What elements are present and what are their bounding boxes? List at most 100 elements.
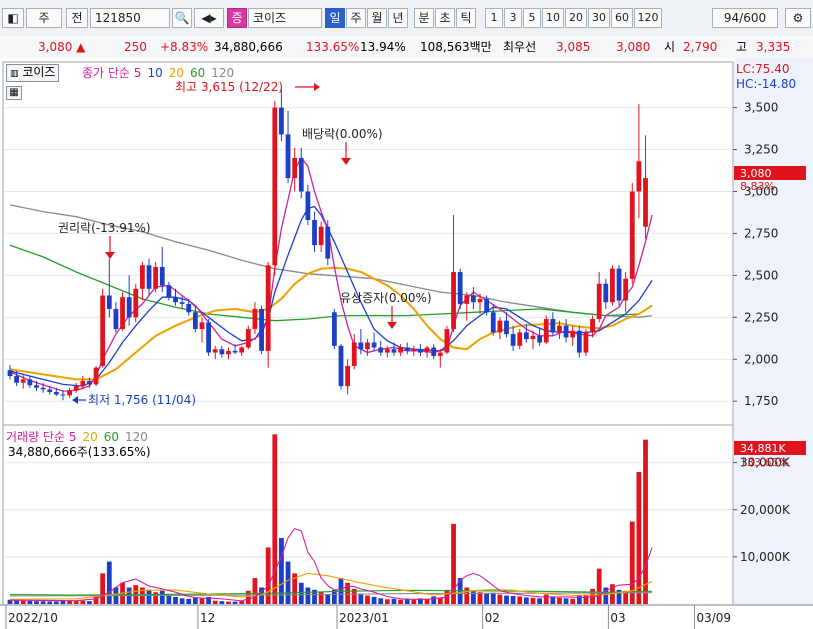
candle-body-17	[120, 297, 125, 330]
volume-bar-59	[398, 599, 403, 604]
candle-body-23	[159, 266, 165, 286]
candle-40	[272, 100, 278, 276]
candle-38	[259, 305, 264, 355]
volume-bar-28	[192, 597, 198, 604]
volume-bar-74	[497, 594, 503, 604]
volume-bar-82	[550, 596, 556, 604]
toolbar-button-13[interactable]: 초	[435, 8, 455, 28]
capital-increase-label: 유상증자(0.00%)	[340, 291, 432, 305]
toolbar-button-16[interactable]: 3	[504, 8, 522, 28]
x-label-4: 03	[610, 611, 625, 625]
candlestick-chart[interactable]: 3,5003,2503,0002,7502,5002,2502,0001,750…	[0, 58, 813, 629]
candle-body-28	[192, 312, 198, 330]
quote-field-6: 108,563백만	[420, 40, 492, 54]
candle-body-32	[219, 349, 225, 355]
toolbar-button-3[interactable]: 121850	[90, 8, 170, 28]
volume-bar-48	[325, 594, 331, 604]
candle-body-10	[73, 386, 79, 391]
toolbar-button-1[interactable]: 주	[26, 8, 62, 28]
toolbar-button-17[interactable]: 5	[523, 8, 541, 28]
toolbar-button-20[interactable]: 30	[588, 8, 610, 28]
volume-bar-72	[484, 593, 490, 604]
volume-bar-60	[404, 599, 410, 604]
volume-bar-96	[643, 439, 648, 604]
toolbar-button-14[interactable]: 틱	[456, 8, 476, 28]
toolbar-button-10[interactable]: 월	[367, 8, 387, 28]
candle-body-26	[179, 302, 185, 304]
toolbar-button-18[interactable]: 10	[542, 8, 564, 28]
toolbar-button-23[interactable]: 94/600	[712, 8, 778, 28]
x-label-1: 12	[200, 611, 215, 625]
candle-body-95	[636, 161, 642, 192]
candle-body-49	[331, 312, 337, 346]
price-tick-label-6: 2,000	[744, 352, 778, 366]
toolbar-button-4[interactable]: 🔍	[172, 8, 192, 28]
candle-94	[629, 183, 635, 284]
volume-bar-61	[411, 599, 417, 604]
candle-body-89	[596, 283, 602, 319]
candle-body-31	[212, 349, 218, 353]
volume-bar-41	[279, 538, 284, 604]
toolbar-button-24[interactable]: ⚙	[785, 8, 811, 28]
candle-body-57	[384, 349, 390, 353]
toolbar-button-5[interactable]: ◀▸	[194, 8, 224, 28]
toolbar-button-12[interactable]: 분	[414, 8, 434, 28]
symbol-chip[interactable]: ▥ 코이즈	[6, 64, 60, 82]
candle-body-72	[484, 298, 490, 313]
candle-body-92	[616, 268, 622, 301]
volume-bar-9	[67, 600, 72, 604]
toolbar-button-6[interactable]: 증	[227, 8, 247, 28]
toolbar-button-11[interactable]: 년	[388, 8, 408, 28]
candle-body-47	[318, 226, 324, 246]
candle-50	[338, 344, 344, 390]
candle-body-6	[47, 389, 53, 392]
candle-body-15	[106, 295, 112, 309]
volume-bar-29	[199, 598, 205, 604]
quote-field-4: 133.65%	[306, 40, 360, 54]
volume-legend-item-3: 120	[125, 430, 148, 444]
candle-body-77	[517, 332, 523, 346]
quote-field-1: 250	[124, 40, 147, 54]
toolbar-button-9[interactable]: 주	[346, 8, 366, 28]
candle-body-88	[590, 318, 595, 333]
lc-label: LC:75.40	[736, 62, 789, 76]
quote-field-9: 3,080	[616, 40, 651, 54]
volume-bar-23	[159, 590, 165, 604]
candle-body-58	[391, 349, 397, 353]
candle-body-90	[603, 283, 609, 303]
volume-bar-56	[378, 598, 384, 604]
volume-bar-44	[298, 582, 304, 604]
volume-bar-26	[179, 598, 185, 604]
toolbar-button-15[interactable]: 1	[485, 8, 503, 28]
candle-91	[610, 265, 615, 306]
toolbar-button-8[interactable]: 일	[325, 8, 345, 28]
toolbar-button-7[interactable]: 코이즈	[248, 8, 322, 28]
candle-body-55	[371, 342, 377, 348]
candle-body-75	[504, 320, 509, 335]
volume-bar-69	[464, 587, 470, 604]
table-icon[interactable]: ▦	[6, 86, 22, 100]
toolbar-button-2[interactable]: 전	[66, 8, 88, 28]
quote-field-12: 고	[736, 40, 748, 54]
price-legend: 종가 단순 5 10 20 60 120	[82, 64, 240, 81]
toolbar-button-19[interactable]: 20	[565, 8, 587, 28]
candle-body-91	[610, 268, 615, 303]
candle-body-60	[404, 347, 410, 351]
low-label: 최저 1,756 (11/04)	[88, 393, 196, 407]
candle-49	[331, 308, 337, 350]
candle-body-94	[629, 191, 635, 279]
toolbar-button-22[interactable]: 120	[634, 8, 662, 28]
candle-body-64	[431, 347, 437, 356]
toolbar-button-0[interactable]: ◧	[2, 8, 24, 28]
volume-legend-item-2: 60	[103, 430, 120, 444]
toolbar-button-21[interactable]: 60	[611, 8, 633, 28]
candle-body-39	[265, 265, 271, 351]
candle-body-63	[424, 347, 430, 353]
volume-bar-3	[27, 600, 33, 604]
candle-body-68	[457, 272, 463, 304]
candle-body-20	[140, 265, 145, 289]
volume-bar-33	[226, 601, 231, 604]
price-legend-item-2: 20	[168, 66, 184, 80]
volume-bar-71	[477, 592, 483, 604]
volume-bar-54	[365, 595, 370, 604]
